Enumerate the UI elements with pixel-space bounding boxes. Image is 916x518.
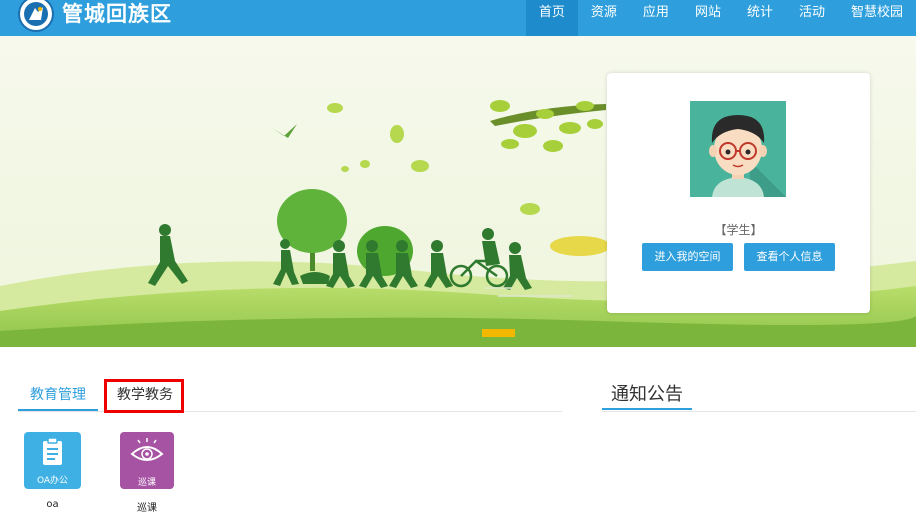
logo-emblem-icon	[21, 0, 51, 29]
app-tile-patrol[interactable]: 巡课	[120, 432, 174, 489]
nav-websites[interactable]: 网站	[682, 0, 734, 36]
app-oa[interactable]: OA办公 oa	[24, 432, 81, 510]
enter-my-space-button[interactable]: 进入我的空间	[642, 243, 733, 271]
nav-smart-campus[interactable]: 智慧校园	[838, 0, 916, 36]
view-profile-button[interactable]: 查看个人信息	[744, 243, 835, 271]
nav-activities[interactable]: 活动	[786, 0, 838, 36]
site-title: 管城回族区	[62, 2, 172, 26]
highlight-annotation-box	[104, 379, 184, 413]
tab-education-management[interactable]: 教育管理	[18, 380, 98, 411]
notice-section-header: 通知公告	[602, 380, 916, 412]
app-label[interactable]: 巡课	[120, 499, 174, 514]
district-logo[interactable]	[18, 0, 54, 32]
app-tile-oa[interactable]: OA办公	[24, 432, 81, 489]
app-label[interactable]: oa	[24, 499, 81, 510]
nav-home[interactable]: 首页	[525, 0, 578, 36]
nav-apps[interactable]: 应用	[630, 0, 682, 36]
notice-title[interactable]: 通知公告	[602, 380, 692, 410]
eye-icon	[130, 438, 164, 461]
carousel-indicator[interactable]	[482, 329, 515, 337]
clipboard-icon	[43, 437, 62, 465]
app-tile-text: 巡课	[137, 478, 156, 488]
avatar[interactable]	[690, 101, 786, 197]
nav-resources[interactable]: 资源	[578, 0, 630, 36]
user-role: 【学生】	[714, 223, 763, 237]
top-header: 管城回族区 首页 资源 应用 网站 统计 活动 智慧校园	[0, 0, 916, 36]
app-patrol[interactable]: 巡课 巡课	[120, 432, 174, 514]
profile-card: 【学生】 进入我的空间 查看个人信息	[607, 73, 870, 313]
student-avatar-icon	[690, 101, 786, 197]
main-nav: 首页 资源 应用 网站 统计 活动 智慧校园	[525, 0, 916, 36]
app-category-tabs: 教育管理 教学教务	[18, 380, 562, 412]
nav-statistics[interactable]: 统计	[734, 0, 786, 36]
app-tile-text: OA办公	[36, 476, 69, 486]
